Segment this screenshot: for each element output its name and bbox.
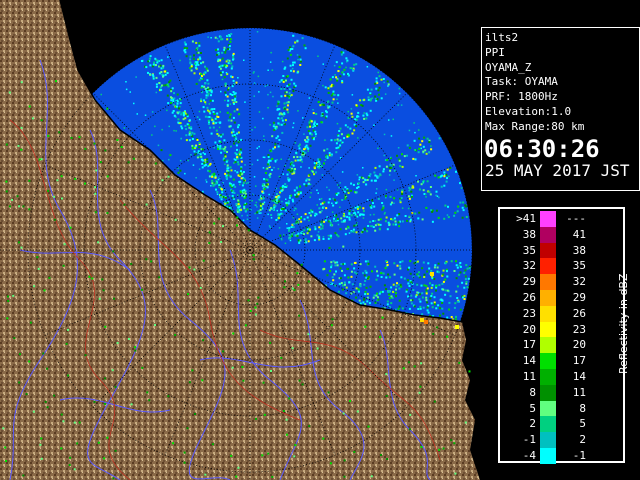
legend-color-swatch [540, 290, 556, 306]
legend-max-value: 8 [579, 401, 586, 415]
legend-max-value: 14 [572, 370, 586, 383]
legend-max-value: 29 [572, 291, 586, 304]
legend-color-swatch [540, 400, 556, 417]
legend-max-value: --- [566, 212, 586, 225]
scan-date: 25 MAY 2017 JST [485, 160, 630, 180]
legend-color-swatch [540, 416, 556, 433]
legend-color-swatch [540, 321, 556, 338]
legend-color-swatch [540, 448, 556, 464]
reflectivity-legend: >41 --- 38 41 35 38 32 35 29 32 26 29 23 26 20 23 17 20 14… [498, 207, 630, 464]
legend-color-swatch [540, 432, 556, 448]
legend-row: 38 41 [500, 226, 623, 243]
legend-min-value: >41 [516, 212, 536, 225]
legend-color-swatch [540, 337, 556, 354]
legend-row: -1 2 [500, 432, 623, 448]
scan-time: 06:30:26 [484, 134, 600, 163]
legend-color-swatch [540, 384, 556, 401]
legend-color-swatch [540, 274, 556, 290]
legend-row: 58 [500, 400, 623, 417]
legend-row: 32 35 [500, 258, 623, 275]
legend-max-value: 23 [572, 322, 586, 336]
legend-color-swatch [540, 258, 556, 275]
legend-color-swatch [540, 226, 556, 243]
legend-max-value: 20 [572, 338, 586, 352]
legend-row: 8 11 [500, 384, 623, 401]
scan-mode: PPI [485, 45, 505, 59]
elevation-value: Elevation:1.0 [485, 104, 572, 118]
station-name: ilts2 [485, 31, 519, 44]
radar-ppi-map [0, 0, 480, 480]
legend-row: 14 17 [500, 353, 623, 369]
legend-color-swatch [540, 211, 556, 227]
legend-row: -4 -1 [500, 448, 623, 464]
legend-max-value: 41 [572, 227, 586, 241]
legend-max-value: 2 [579, 433, 586, 447]
legend-row: 23 26 [500, 305, 623, 322]
prf-value: PRF: 1800Hz [485, 90, 558, 104]
legend-min-value: 2 [529, 417, 536, 431]
legend-row: 25 [500, 416, 623, 433]
legend-min-value: 35 [522, 243, 536, 257]
legend-row: 35 38 [500, 242, 623, 259]
legend-max-value: 5 [579, 417, 586, 431]
legend-min-value: 8 [529, 385, 536, 399]
legend-max-value: 35 [572, 259, 586, 273]
legend-row: 11 14 [500, 369, 623, 385]
legend-row: 17 20 [500, 337, 623, 354]
legend-min-value: 14 [522, 354, 536, 368]
radar-info-panel: ilts2 PPI OYAMA_Z Task: OYAMA PRF: 1800H… [481, 27, 640, 191]
legend-min-value: 26 [522, 291, 536, 304]
legend-row: 26 29 [500, 290, 623, 306]
legend-row: >41 --- [500, 211, 623, 227]
legend-min-value: 23 [522, 306, 536, 320]
legend-row: 29 32 [500, 274, 623, 290]
legend-max-value: 26 [572, 306, 586, 320]
legend-min-value: -4 [522, 449, 536, 462]
legend-min-value: 38 [522, 227, 536, 241]
legend-max-value: 32 [572, 275, 586, 289]
legend-min-value: 5 [529, 401, 536, 415]
legend-min-value: 20 [522, 322, 536, 336]
legend-min-value: 32 [522, 259, 536, 273]
legend-color-swatch [540, 242, 556, 259]
task-name: Task: OYAMA [485, 75, 558, 89]
product-name: OYAMA_Z [485, 60, 532, 74]
legend-min-value: 29 [522, 275, 536, 289]
legend-color-swatch [540, 369, 556, 385]
max-range-value: Max Range:80 km [485, 119, 585, 133]
legend-row: 20 23 [500, 321, 623, 338]
legend-min-value: 17 [522, 338, 536, 352]
legend-max-value: 38 [572, 243, 586, 257]
legend-max-value: 17 [572, 354, 586, 368]
legend-color-swatch [540, 305, 556, 322]
legend-max-value: 11 [572, 385, 586, 399]
legend-min-value: -1 [522, 433, 536, 447]
legend-max-value: -1 [572, 449, 586, 462]
legend-color-swatch [540, 353, 556, 369]
legend-min-value: 11 [522, 370, 536, 383]
legend-unit-label: Reflectivity in dBZ [617, 273, 630, 374]
